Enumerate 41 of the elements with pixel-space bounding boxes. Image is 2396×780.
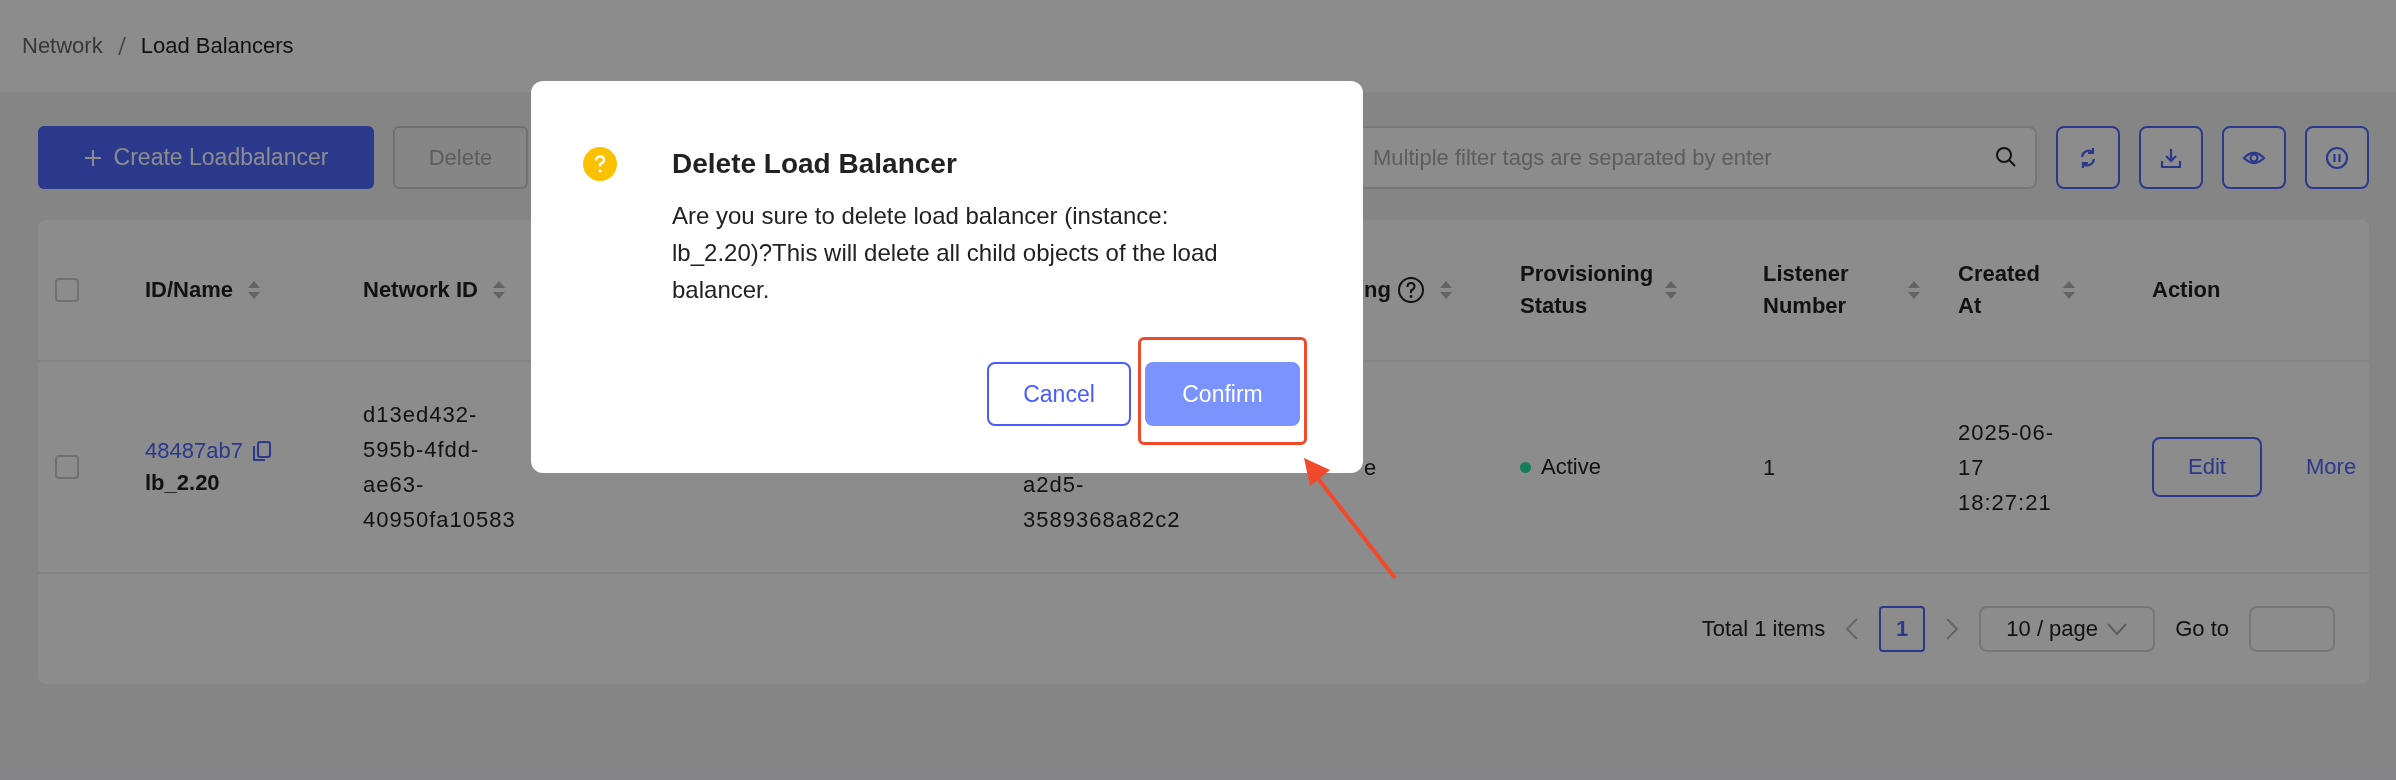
download-button[interactable]: [2139, 126, 2203, 189]
breadcrumb-link[interactable]: Network: [22, 33, 103, 59]
total-count: Total 1 items: [1701, 616, 1826, 642]
table-cell-text: 2025-06- 17 18:27:21: [1958, 418, 2055, 517]
refresh-button[interactable]: [2056, 126, 2120, 189]
lb-name: lb_2.20: [145, 470, 220, 496]
id-link[interactable]: 48487ab7: [145, 438, 243, 464]
column-header: ng: [1364, 276, 1391, 304]
question-icon: [583, 147, 617, 181]
confirm-button[interactable]: Confirm: [1145, 362, 1300, 426]
pause-icon: [2325, 145, 2349, 170]
select-all-checkbox[interactable]: [55, 278, 79, 302]
column-header: Listener Number: [1763, 260, 1850, 320]
column-header: Network ID: [363, 276, 478, 304]
column-header: Action: [2152, 276, 2221, 304]
plus-icon: [83, 148, 102, 167]
page-size-select[interactable]: 10 / page: [1979, 606, 2156, 652]
separator-icon: [116, 35, 127, 57]
breadcrumb-current: Load Balancers: [140, 33, 294, 59]
table-cell-text: d13ed432- 595b-4fdd- ae63- 40950fa10583: [363, 401, 516, 534]
status-text: Active: [1541, 454, 1601, 480]
page-button[interactable]: 1: [1879, 606, 1926, 652]
column-header: ID/Name: [145, 276, 234, 304]
row-checkbox[interactable]: [55, 455, 79, 479]
table-cell-text: e: [1364, 453, 1378, 482]
table-cell-text: a2d5- 3589368a82c2: [1023, 471, 1181, 534]
column-header: Created At: [1958, 260, 2041, 320]
column-header: Provisioning Status: [1520, 260, 1650, 320]
pause-button[interactable]: [2305, 126, 2369, 189]
dialog-message: Are you sure to delete load balancer (instance: lb_2.20)?This will delete all child objects of the load balancer.: [672, 201, 1219, 305]
create-loadbalancer-button[interactable]: Create Loadbalancer: [38, 126, 374, 189]
chevron-down-icon: [2106, 622, 2129, 636]
edit-button[interactable]: Edit: [2152, 437, 2262, 497]
search-icon: [1995, 146, 2017, 168]
cancel-button[interactable]: Cancel: [987, 362, 1131, 426]
table-cell-text: 1: [1763, 453, 1777, 482]
goto-label: Go to: [2175, 616, 2229, 642]
more-link[interactable]: More: [2306, 454, 2357, 480]
eye-button[interactable]: [2222, 126, 2286, 189]
dialog-title: Delete Load Balancer: [672, 148, 957, 180]
copy-icon: [252, 441, 271, 461]
